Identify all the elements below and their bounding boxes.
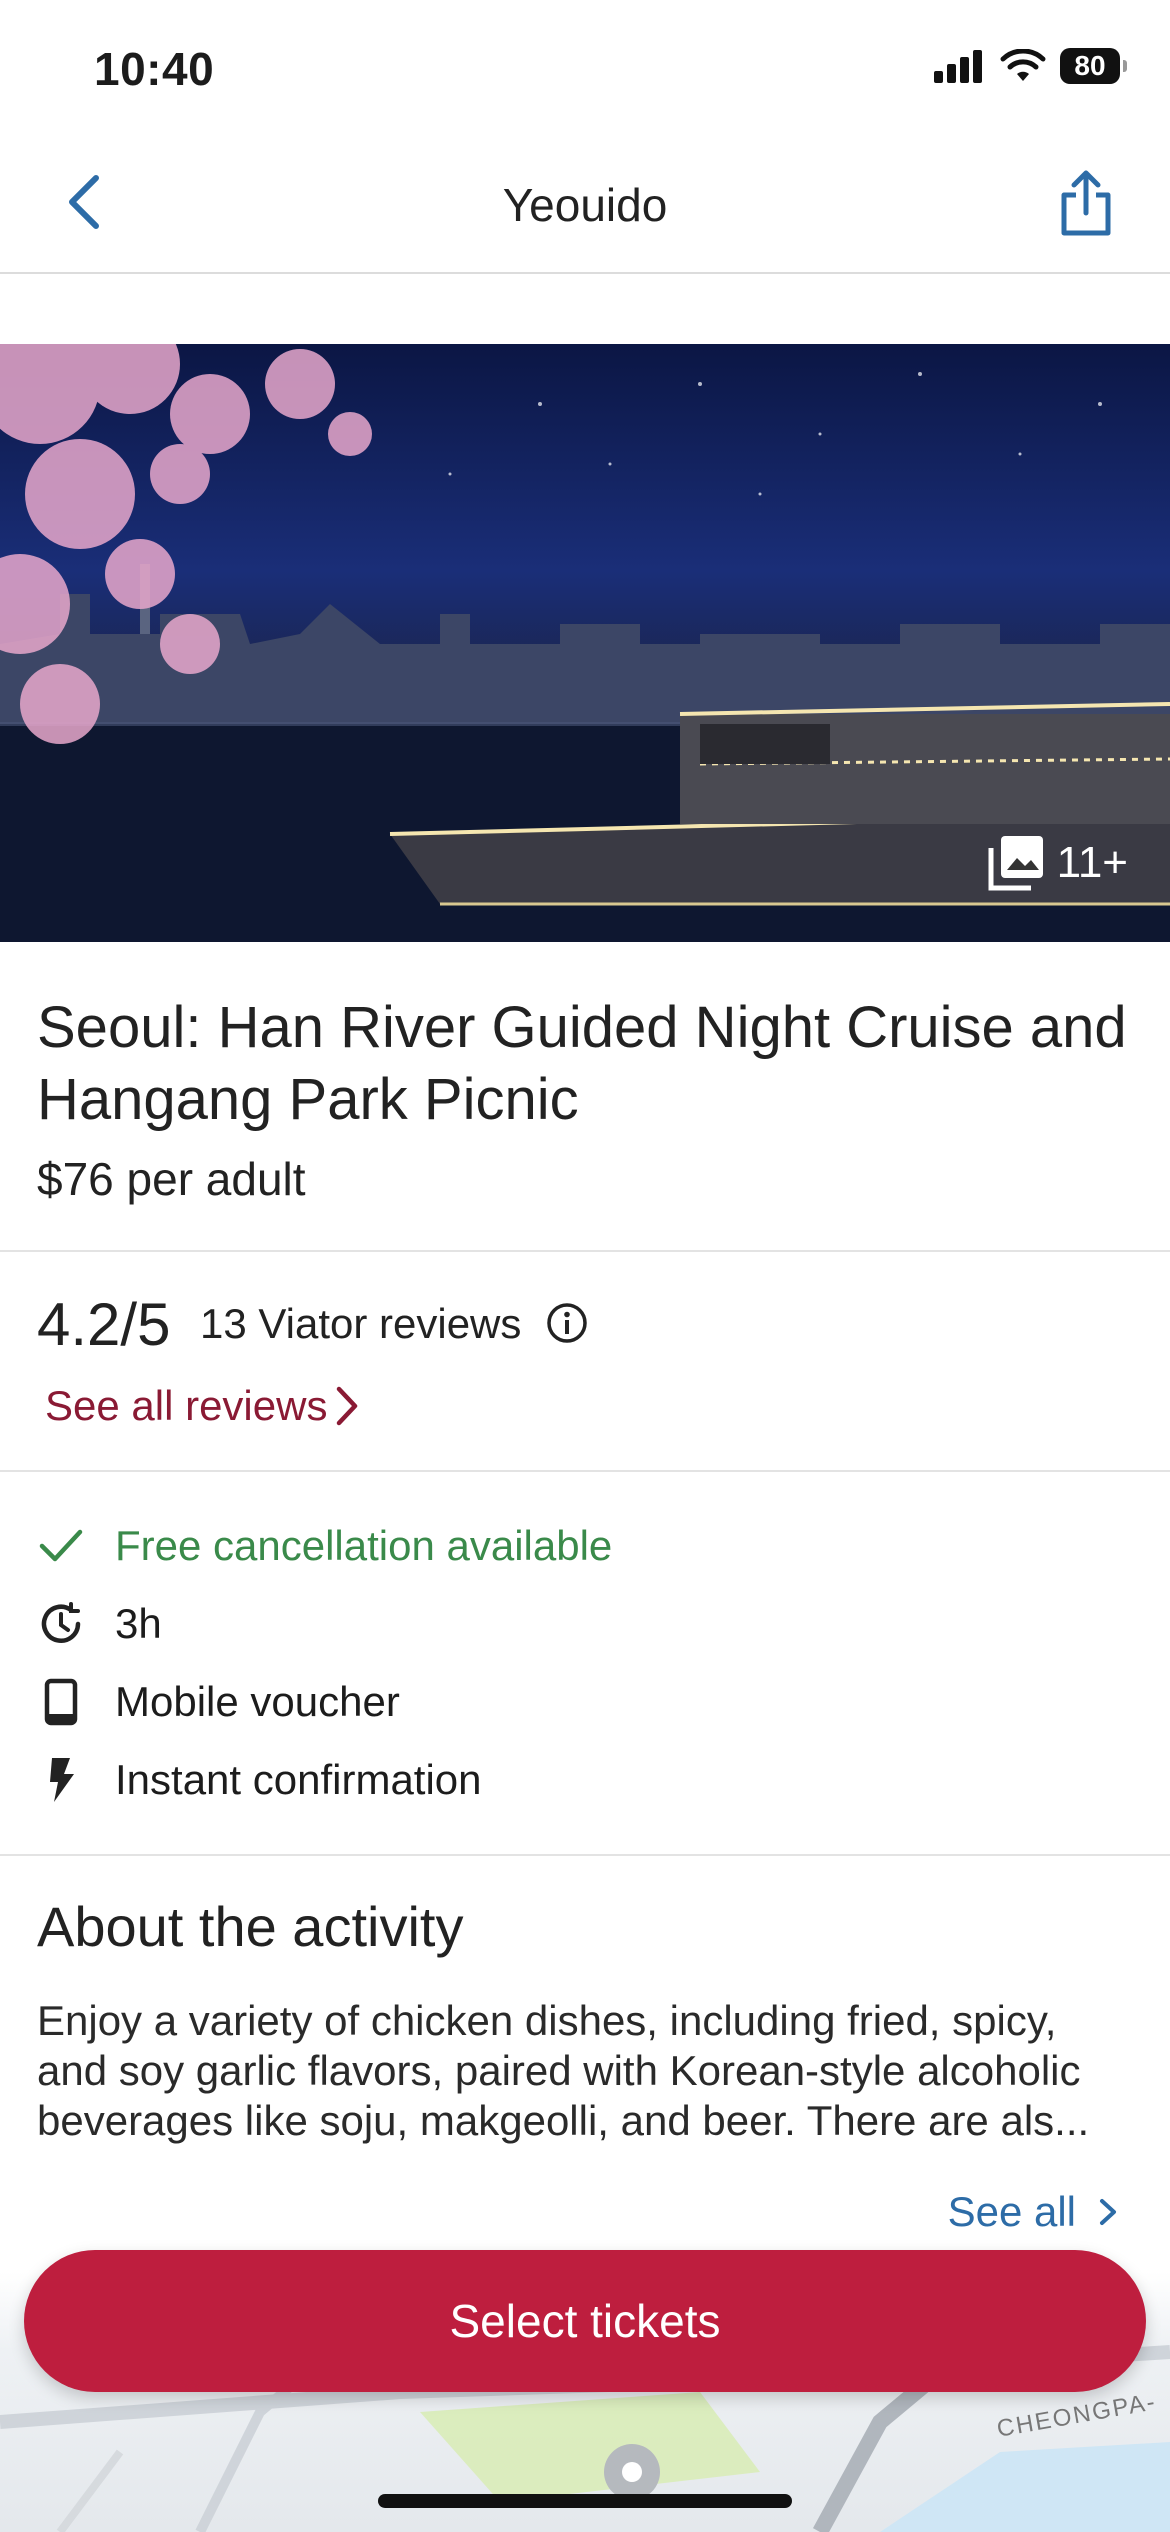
feature-label: Free cancellation available [115,1522,613,1569]
hero-image[interactable]: 11+ [0,344,1170,942]
feature-label: Instant confirmation [115,1756,482,1803]
see-all-reviews-link[interactable]: See all reviews [45,1382,359,1430]
share-button[interactable] [1056,168,1116,238]
feature-mobile-voucher: Mobile voucher [37,1678,400,1726]
price-unit: per adult [126,1153,306,1205]
rating-score: 4.2/5 [37,1291,171,1358]
check-icon [37,1522,85,1570]
clock-icon [37,1600,85,1648]
wifi-icon [1000,49,1046,81]
photo-count-badge[interactable]: 11+ [987,834,1128,892]
feature-label: Mobile voucher [115,1678,400,1725]
phone-icon [37,1678,85,1726]
divider [0,1250,1170,1252]
see-all-reviews-label: See all reviews [45,1382,328,1429]
feature-free-cancellation: Free cancellation available [37,1522,612,1570]
divider [0,1854,1170,1856]
info-icon[interactable] [546,1302,588,1344]
chevron-right-icon [1100,2199,1116,2225]
page-title: Yeouido [502,179,668,231]
select-tickets-button[interactable]: Select tickets [24,2250,1146,2392]
status-time: 10:40 [94,43,215,95]
about-description: Enjoy a variety of chicken dishes, inclu… [37,1997,1090,2144]
see-all-label: See all [947,2188,1076,2235]
feature-label: 3h [115,1600,162,1647]
gallery-icon [988,836,1043,891]
navigation-bar: Yeouido [0,150,1170,274]
cellular-signal-icon [934,50,982,83]
battery-level: 80 [1074,50,1106,81]
about-heading: About the activity [37,1895,464,1958]
share-icon [1061,170,1111,236]
lightning-icon [37,1756,85,1804]
feature-instant-confirmation: Instant confirmation [37,1756,482,1804]
activity-price: $76 per adult [37,1152,306,1206]
price-value: $76 [37,1153,114,1205]
feature-duration: 3h [37,1600,162,1648]
reviews-count: 13 Viator reviews [200,1300,522,1347]
chevron-right-icon [337,1386,358,1426]
see-all-link[interactable]: See all [948,2188,1118,2236]
divider [0,1470,1170,1472]
home-indicator [378,2494,792,2508]
battery-icon: 80 [1060,48,1127,84]
photo-count: 11+ [1056,838,1128,887]
status-icons: 80 [932,48,1127,84]
activity-title: Seoul: Han River Guided Night Cruise and… [37,995,1127,1132]
